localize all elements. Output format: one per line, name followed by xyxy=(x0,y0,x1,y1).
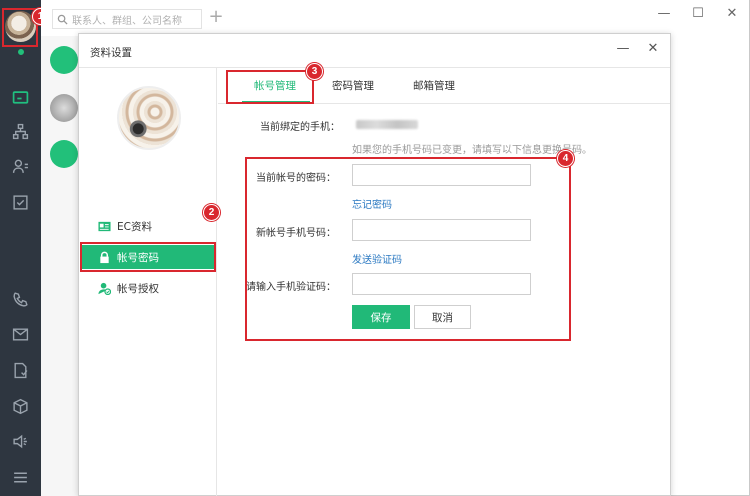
sidebar-item-label: EC资料 xyxy=(117,220,152,233)
minimize-button[interactable]: — xyxy=(657,6,671,21)
conversation-avatar[interactable] xyxy=(50,140,78,168)
search-placeholder: 联系人、群组、公司名称 xyxy=(72,15,182,27)
cube-icon[interactable] xyxy=(11,397,30,416)
search-icon xyxy=(57,14,68,25)
current-phone-label: 当前绑定的手机： xyxy=(260,122,340,133)
add-button[interactable]: + xyxy=(206,8,226,28)
left-rail xyxy=(0,0,41,496)
maximize-button[interactable]: ☐ xyxy=(691,6,705,21)
menu-icon[interactable] xyxy=(11,468,30,487)
org-structure-icon[interactable] xyxy=(11,122,30,141)
speaker-icon[interactable] xyxy=(11,432,30,451)
id-card-icon xyxy=(97,219,111,233)
contacts-icon[interactable] xyxy=(11,157,30,176)
tab-mailbox-management[interactable]: 邮箱管理 xyxy=(413,78,455,93)
dialog-controls: — ✕ xyxy=(616,41,660,56)
tab-password-management[interactable]: 密码管理 xyxy=(332,78,374,93)
change-phone-hint: 如果您的手机号码已变更，请填写以下信息更换号码。 xyxy=(352,145,592,156)
step-badge-2: 2 xyxy=(203,204,220,221)
conversation-avatar[interactable] xyxy=(50,94,78,122)
phone-icon[interactable] xyxy=(11,290,30,309)
profile-avatar[interactable] xyxy=(117,86,181,150)
highlight-box-tab xyxy=(226,70,314,104)
search-input[interactable]: 联系人、群组、公司名称 xyxy=(52,9,202,29)
dialog-minimize-button[interactable]: — xyxy=(616,41,630,56)
user-shield-icon xyxy=(97,281,111,295)
conversation-list xyxy=(41,36,81,496)
document-icon[interactable] xyxy=(11,361,30,380)
sidebar-item-ec-profile[interactable]: EC资料 xyxy=(79,214,217,238)
sidebar-item-label: 帐号授权 xyxy=(117,282,159,295)
online-status-icon xyxy=(17,48,25,56)
current-phone-value-blurred xyxy=(356,120,418,129)
step-badge-4: 4 xyxy=(557,150,574,167)
highlight-box-form xyxy=(245,157,571,341)
dialog-title: 资料设置 xyxy=(90,47,132,59)
chat-icon[interactable] xyxy=(11,89,30,108)
close-button[interactable]: ✕ xyxy=(725,6,739,21)
sidebar-item-account-authorization[interactable]: 帐号授权 xyxy=(79,276,217,300)
task-check-icon[interactable] xyxy=(11,193,30,212)
highlight-box-menu xyxy=(80,242,216,272)
dialog-sidebar: EC资料 帐号密码 帐号授权 xyxy=(79,68,217,496)
conversation-avatar[interactable] xyxy=(50,46,78,74)
dialog-close-button[interactable]: ✕ xyxy=(646,41,660,56)
step-badge-3: 3 xyxy=(306,63,323,80)
window-controls: — ☐ ✕ xyxy=(657,6,739,21)
mail-icon[interactable] xyxy=(11,325,30,344)
